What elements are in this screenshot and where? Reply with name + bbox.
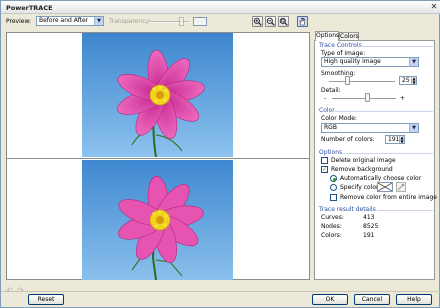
type-of-image-value: High quality image bbox=[324, 58, 381, 65]
colors-value: 191 bbox=[363, 232, 375, 239]
undo-icon[interactable]: ↶ bbox=[5, 286, 14, 295]
type-of-image-dropdown[interactable]: High quality image ▼ bbox=[321, 57, 419, 67]
pan-hand-icon bbox=[299, 17, 306, 26]
delete-original-checkbox[interactable] bbox=[321, 157, 328, 164]
detail-slider-thumb[interactable] bbox=[365, 93, 370, 102]
divider bbox=[359, 46, 433, 47]
help-button[interactable]: Help bbox=[396, 294, 432, 305]
curves-label: Curves: bbox=[321, 214, 344, 221]
smoothing-label: Smoothing: bbox=[321, 70, 356, 77]
specify-color-radio[interactable] bbox=[330, 184, 337, 191]
auto-color-radio[interactable] bbox=[330, 175, 337, 182]
no-color-icon bbox=[377, 182, 393, 192]
remove-entire-checkbox[interactable] bbox=[330, 194, 337, 201]
detail-label: Detail: bbox=[321, 87, 341, 94]
checkmark-icon: ✓ bbox=[322, 166, 328, 173]
smoothing-slider-thumb[interactable] bbox=[345, 76, 350, 85]
colors-label: Colors: bbox=[321, 232, 342, 239]
eyedropper-button[interactable] bbox=[396, 182, 406, 192]
type-of-image-label: Type of image: bbox=[321, 50, 366, 57]
before-preview[interactable] bbox=[7, 33, 309, 157]
auto-color-label: Automatically choose color bbox=[340, 175, 422, 182]
powertrace-window: PowerTRACE ✕ Preview: Before and After ▼… bbox=[0, 0, 440, 308]
nodes-label: Nodes: bbox=[321, 223, 342, 230]
close-icon[interactable]: ✕ bbox=[429, 2, 439, 12]
color-heading: Color bbox=[319, 107, 335, 114]
transparency-slider-thumb[interactable] bbox=[179, 17, 184, 26]
smoothing-value: 25 bbox=[402, 77, 410, 84]
reset-button[interactable]: Reset bbox=[28, 294, 64, 305]
number-of-colors-input[interactable]: 191 ▲ ▼ bbox=[385, 135, 405, 144]
color-swatch[interactable] bbox=[377, 182, 393, 192]
preview-area[interactable] bbox=[6, 32, 310, 280]
number-of-colors-label: Number of colors: bbox=[321, 136, 375, 143]
zoom-in-icon bbox=[253, 17, 262, 26]
trace-results-heading: Trace result details bbox=[319, 206, 376, 213]
delete-original-label: Delete original image bbox=[331, 157, 396, 164]
zoom-in-button[interactable] bbox=[252, 16, 263, 27]
trace-controls-heading: Trace Controls bbox=[319, 42, 362, 49]
smoothing-input[interactable]: 25 ▲ ▼ bbox=[399, 76, 417, 85]
detail-slider[interactable] bbox=[332, 98, 396, 100]
divider bbox=[377, 210, 433, 211]
transparency-label: Transparency: bbox=[109, 18, 151, 25]
color-mode-label: Color Mode: bbox=[321, 115, 357, 122]
options-heading: Options bbox=[319, 149, 343, 156]
preview-dropdown[interactable]: Before and After ▼ bbox=[36, 16, 104, 26]
nodes-value: 8525 bbox=[363, 223, 379, 230]
after-preview[interactable] bbox=[7, 158, 309, 280]
preview-label: Preview: bbox=[6, 18, 32, 25]
remove-background-checkbox[interactable]: ✓ bbox=[321, 166, 328, 173]
color-mode-value: RGB bbox=[324, 124, 337, 131]
zoom-out-icon bbox=[266, 17, 275, 26]
remove-background-label: Remove background bbox=[331, 166, 393, 173]
spin-arrows-icon[interactable]: ▲ ▼ bbox=[399, 136, 404, 143]
chevron-down-icon: ▼ bbox=[409, 58, 418, 66]
curves-value: 413 bbox=[363, 214, 375, 221]
color-mode-dropdown[interactable]: RGB ▼ bbox=[321, 123, 419, 133]
detail-plus: + bbox=[400, 95, 406, 102]
redo-icon[interactable]: ↷ bbox=[16, 286, 25, 295]
divider bbox=[343, 153, 433, 154]
detail-minus: - bbox=[324, 95, 327, 102]
zoom-out-button[interactable] bbox=[265, 16, 276, 27]
traced-flower-image bbox=[82, 160, 233, 280]
ok-button[interactable]: OK bbox=[312, 294, 348, 305]
cancel-button[interactable]: Cancel bbox=[354, 294, 390, 305]
spin-arrows-icon[interactable]: ▲ ▼ bbox=[411, 77, 416, 84]
eyedropper-icon bbox=[397, 183, 405, 191]
remove-entire-label: Remove color from entire image bbox=[340, 194, 437, 201]
zoom-fit-button[interactable] bbox=[278, 16, 289, 27]
original-flower-image bbox=[82, 33, 233, 157]
chevron-down-icon: ▼ bbox=[409, 124, 418, 132]
chevron-down-icon: ▼ bbox=[94, 17, 103, 25]
smoothing-slider[interactable] bbox=[329, 81, 395, 83]
title-bar: PowerTRACE ✕ bbox=[1, 1, 440, 14]
preview-value: Before and After bbox=[39, 17, 89, 24]
options-panel: Trace Controls Type of image: High quali… bbox=[314, 40, 437, 280]
zoom-fit-icon bbox=[279, 17, 288, 26]
specify-color-label: Specify color: bbox=[340, 184, 381, 191]
number-of-colors-value: 191 bbox=[388, 136, 400, 143]
window-title: PowerTRACE bbox=[6, 4, 53, 12]
tab-options[interactable]: Options bbox=[315, 31, 339, 41]
transparency-input[interactable] bbox=[193, 17, 207, 26]
divider bbox=[335, 111, 433, 112]
pan-button[interactable] bbox=[297, 16, 308, 27]
